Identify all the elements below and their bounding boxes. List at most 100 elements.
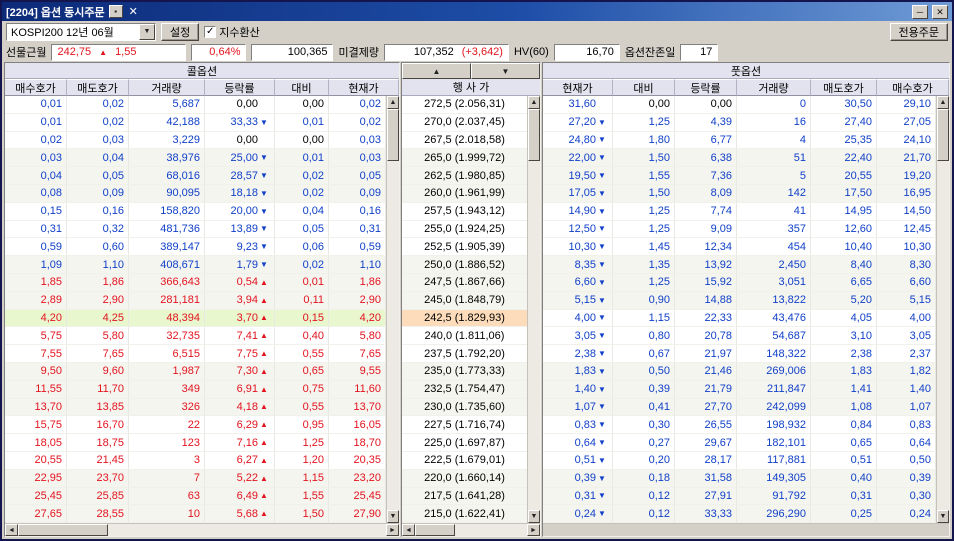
scroll-down-icon[interactable]: ▼ xyxy=(528,510,540,523)
table-row[interactable]: 22,00▼1,506,385122,4021,70 xyxy=(543,149,936,167)
scroll-thumb[interactable] xyxy=(528,109,540,161)
scroll-thumb[interactable] xyxy=(387,109,399,161)
strike-row[interactable]: 260,0 (1.961,99) xyxy=(402,185,527,203)
table-row[interactable]: 6,60▼1,2515,923,0516,656,60 xyxy=(543,274,936,292)
minimize-icon[interactable]: ─ xyxy=(912,5,928,19)
column-header[interactable]: 매도호가 xyxy=(67,79,129,96)
dedicated-order-button[interactable]: 전용주문 xyxy=(890,23,948,41)
table-row[interactable]: 22,9523,7075,22▲1,1523,20 xyxy=(5,470,386,488)
column-header[interactable]: 현재가 xyxy=(329,79,399,96)
table-row[interactable]: 0,51▼0,2028,17117,8810,510,50 xyxy=(543,452,936,470)
column-header[interactable]: 거래량 xyxy=(737,79,811,96)
table-row[interactable]: 7,557,656,5157,75▲0,557,65 xyxy=(5,345,386,363)
table-row[interactable]: 27,20▼1,254,391627,4027,05 xyxy=(543,114,936,132)
table-row[interactable]: 3,05▼0,8020,7854,6873,103,05 xyxy=(543,327,936,345)
table-row[interactable]: 0,020,033,2290,000,000,03 xyxy=(5,132,386,150)
table-row[interactable]: 0,310,32481,73613,89▼0,050,31 xyxy=(5,221,386,239)
sort-up-button[interactable]: ▲ xyxy=(402,63,471,79)
scroll-track[interactable] xyxy=(18,524,386,536)
scroll-up-icon[interactable]: ▲ xyxy=(387,96,399,109)
put-vertical-scrollbar[interactable]: ▲ ▼ xyxy=(936,96,949,523)
strike-row[interactable]: 220,0 (1.660,14) xyxy=(402,470,527,488)
table-row[interactable]: 0,150,16158,82020,00▼0,040,16 xyxy=(5,203,386,221)
chevron-down-icon[interactable]: ▼ xyxy=(139,24,155,40)
table-row[interactable]: 12,50▼1,259,0935712,6012,45 xyxy=(543,221,936,239)
strike-row[interactable]: 242,5 (1.829,93) xyxy=(402,310,527,328)
scroll-right-icon[interactable]: ► xyxy=(386,524,399,536)
table-row[interactable]: 0,39▼0,1831,58149,3050,400,39 xyxy=(543,470,936,488)
table-row[interactable]: 1,07▼0,4127,70242,0991,081,07 xyxy=(543,399,936,417)
checkbox-check-icon[interactable]: ✓ xyxy=(204,26,216,38)
table-row[interactable]: 31,600,000,00030,5029,10 xyxy=(543,96,936,114)
strike-row[interactable]: 252,5 (1.905,39) xyxy=(402,238,527,256)
table-row[interactable]: 27,6528,55105,68▲1,5027,90 xyxy=(5,505,386,523)
table-row[interactable]: 1,091,10408,6711,79▼0,021,10 xyxy=(5,256,386,274)
table-row[interactable]: 19,50▼1,557,36520,5519,20 xyxy=(543,167,936,185)
strike-row[interactable]: 237,5 (1.792,20) xyxy=(402,345,527,363)
table-row[interactable]: 13,7013,853264,18▲0,5513,70 xyxy=(5,399,386,417)
strike-row[interactable]: 250,0 (1.886,52) xyxy=(402,256,527,274)
call-vertical-scrollbar[interactable]: ▲ ▼ xyxy=(386,96,399,523)
scroll-left-icon[interactable]: ◄ xyxy=(402,524,415,536)
strike-row[interactable]: 222,5 (1.679,01) xyxy=(402,452,527,470)
strike-row[interactable]: 225,0 (1.697,87) xyxy=(402,434,527,452)
scroll-track[interactable] xyxy=(528,109,540,510)
index-convert-checkbox-wrap[interactable]: ✓ 지수환산 xyxy=(204,24,259,40)
scroll-down-icon[interactable]: ▼ xyxy=(387,510,399,523)
column-header[interactable]: 대비 xyxy=(613,79,675,96)
table-row[interactable]: 0,31▼0,1227,9191,7920,310,30 xyxy=(543,488,936,506)
strike-row[interactable]: 235,0 (1.773,33) xyxy=(402,363,527,381)
strike-row[interactable]: 270,0 (2.037,45) xyxy=(402,114,527,132)
strike-row[interactable]: 257,5 (1.943,12) xyxy=(402,203,527,221)
table-row[interactable]: 20,5521,4536,27▲1,2020,35 xyxy=(5,452,386,470)
table-row[interactable]: 11,5511,703496,91▲0,7511,60 xyxy=(5,381,386,399)
table-row[interactable]: 0,010,0242,18833,33▼0,010,02 xyxy=(5,114,386,132)
table-row[interactable]: 1,851,86366,6430,54▲0,011,86 xyxy=(5,274,386,292)
table-row[interactable]: 2,38▼0,6721,97148,3222,382,37 xyxy=(543,345,936,363)
strike-vertical-scrollbar[interactable]: ▲ ▼ xyxy=(527,96,540,523)
table-row[interactable]: 5,755,8032,7357,41▲0,405,80 xyxy=(5,327,386,345)
strike-row[interactable]: 232,5 (1.754,47) xyxy=(402,381,527,399)
table-row[interactable]: 0,590,60389,1479,23▼0,060,59 xyxy=(5,238,386,256)
strike-row[interactable]: 267,5 (2.018,58) xyxy=(402,132,527,150)
scroll-thumb[interactable] xyxy=(937,109,949,161)
table-row[interactable]: 25,4525,85636,49▲1,5525,45 xyxy=(5,488,386,506)
table-row[interactable]: 0,64▼0,2729,67182,1010,650,64 xyxy=(543,434,936,452)
column-header[interactable]: 매도호가 xyxy=(811,79,877,96)
table-row[interactable]: 18,0518,751237,16▲1,2518,70 xyxy=(5,434,386,452)
table-row[interactable]: 1,40▼0,3921,79211,8471,411,40 xyxy=(543,381,936,399)
strike-row[interactable]: 245,0 (1.848,79) xyxy=(402,292,527,310)
scroll-up-icon[interactable]: ▲ xyxy=(528,96,540,109)
column-header[interactable]: 매수호가 xyxy=(5,79,67,96)
scroll-track[interactable] xyxy=(387,109,399,510)
table-row[interactable]: 17,05▼1,508,0914217,5016,95 xyxy=(543,185,936,203)
title-tab-icon[interactable]: ▪ xyxy=(109,5,123,18)
scroll-right-icon[interactable]: ► xyxy=(527,524,540,536)
scroll-track[interactable] xyxy=(937,109,949,510)
tab-close-icon[interactable]: ✕ xyxy=(127,5,140,18)
table-row[interactable]: 2,892,90281,1813,94▲0,112,90 xyxy=(5,292,386,310)
table-row[interactable]: 15,7516,70226,29▲0,9516,05 xyxy=(5,416,386,434)
table-row[interactable]: 4,00▼1,1522,3343,4764,054,00 xyxy=(543,310,936,328)
call-horizontal-scrollbar[interactable]: ◄ ► xyxy=(5,523,399,536)
scroll-up-icon[interactable]: ▲ xyxy=(937,96,949,109)
column-header[interactable]: 등락률 xyxy=(675,79,737,96)
scroll-left-icon[interactable]: ◄ xyxy=(5,524,18,536)
column-header[interactable]: 현재가 xyxy=(543,79,613,96)
table-row[interactable]: 10,30▼1,4512,3445410,4010,30 xyxy=(543,238,936,256)
scroll-thumb[interactable] xyxy=(415,524,455,536)
table-row[interactable]: 4,204,2548,3943,70▲0,154,20 xyxy=(5,310,386,328)
scroll-thumb[interactable] xyxy=(18,524,108,536)
strike-row[interactable]: 215,0 (1.622,41) xyxy=(402,505,527,523)
table-row[interactable]: 0,010,025,6870,000,000,02 xyxy=(5,96,386,114)
contract-month-select[interactable]: KOSPI200 12년 06월 ▼ xyxy=(6,23,156,41)
table-row[interactable]: 0,030,0438,97625,00▼0,010,03 xyxy=(5,149,386,167)
strike-row[interactable]: 247,5 (1.867,66) xyxy=(402,274,527,292)
table-row[interactable]: 9,509,601,9877,30▲0,659,55 xyxy=(5,363,386,381)
strike-horizontal-scrollbar[interactable]: ◄ ► xyxy=(402,523,540,536)
scroll-down-icon[interactable]: ▼ xyxy=(937,510,949,523)
strike-row[interactable]: 262,5 (1.980,85) xyxy=(402,167,527,185)
settings-button[interactable]: 설정 xyxy=(161,23,199,41)
column-header[interactable]: 거래량 xyxy=(129,79,205,96)
strike-row[interactable]: 272,5 (2.056,31) xyxy=(402,96,527,114)
